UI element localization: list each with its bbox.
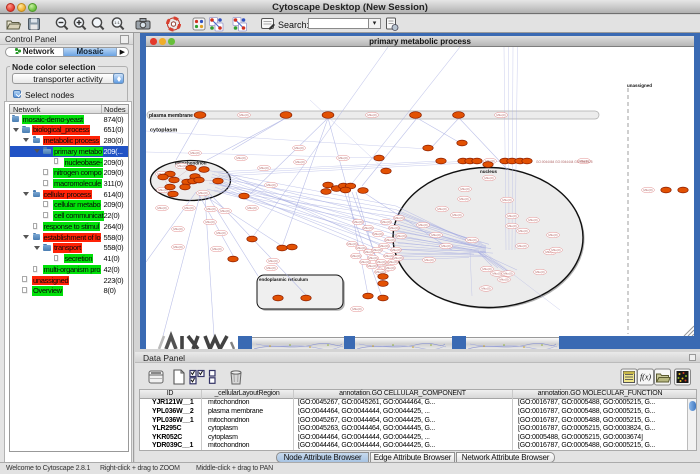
- svg-text:Mito(0): Mito(0): [535, 270, 544, 274]
- svg-text:Mito(0): Mito(0): [157, 206, 166, 210]
- svg-text:Mito(0): Mito(0): [507, 224, 516, 228]
- svg-text:Mito(0): Mito(0): [295, 160, 304, 164]
- svg-text:Mito(0): Mito(0): [381, 220, 390, 224]
- svg-text:Mito(0): Mito(0): [467, 238, 476, 242]
- svg-text:unassigned: unassigned: [627, 83, 652, 88]
- svg-text:nucleus: nucleus: [480, 169, 498, 174]
- svg-text:Mito(0): Mito(0): [268, 259, 277, 263]
- svg-text:endoplasmic reticulum: endoplasmic reticulum: [259, 277, 308, 282]
- svg-text:Mito(0): Mito(0): [367, 264, 376, 268]
- svg-text:Mito(0): Mito(0): [459, 197, 468, 201]
- svg-text:Mito(0): Mito(0): [190, 151, 199, 155]
- svg-text:Mito(0): Mito(0): [347, 242, 356, 246]
- svg-text:Mito(0): Mito(0): [385, 266, 394, 270]
- svg-text:Mito(0): Mito(0): [643, 188, 652, 192]
- svg-text:Mito(0): Mito(0): [391, 248, 400, 252]
- svg-text:Mito(0): Mito(0): [259, 166, 268, 170]
- svg-text:Mito(0): Mito(0): [379, 244, 388, 248]
- svg-text:Mito(0): Mito(0): [206, 207, 215, 211]
- svg-text:GO:0044464 GO:0044444 GO:00444: GO:0044464 GO:0044444 GO:0044425: [536, 160, 593, 164]
- svg-text:Mito(0): Mito(0): [484, 176, 493, 180]
- svg-text:Mito(0): Mito(0): [216, 231, 225, 235]
- svg-text:Mito(0): Mito(0): [294, 146, 303, 150]
- svg-text:Mito(0): Mito(0): [177, 164, 186, 168]
- svg-text:Mito(0): Mito(0): [424, 258, 433, 262]
- svg-text:Mito(0): Mito(0): [517, 244, 526, 248]
- svg-text:Mito(0): Mito(0): [548, 233, 557, 237]
- svg-text:Mito(0): Mito(0): [389, 226, 398, 230]
- svg-text:Mito(0): Mito(0): [351, 254, 360, 258]
- svg-text:Mito(0): Mito(0): [385, 238, 394, 242]
- svg-text:Mito(0): Mito(0): [198, 191, 207, 195]
- svg-text:Mito(0): Mito(0): [173, 227, 182, 231]
- svg-text:Mito(0): Mito(0): [205, 220, 214, 224]
- svg-text:Mito(0): Mito(0): [220, 209, 229, 213]
- svg-text:Mito(0): Mito(0): [452, 213, 461, 217]
- svg-text:Mito(0): Mito(0): [247, 206, 256, 210]
- svg-text:Mito(0): Mito(0): [507, 214, 516, 218]
- svg-text:Mito(0): Mito(0): [373, 232, 382, 236]
- svg-text:Mito(0): Mito(0): [499, 278, 508, 282]
- svg-text:Mito(0): Mito(0): [431, 233, 440, 237]
- svg-text:Mito(0): Mito(0): [492, 272, 501, 276]
- svg-text:Mito(0): Mito(0): [518, 229, 527, 233]
- svg-text:Mito(0): Mito(0): [236, 156, 245, 160]
- svg-text:Mito(0): Mito(0): [338, 156, 347, 160]
- svg-text:f(x): f(x): [640, 373, 651, 382]
- svg-text:Mito(0): Mito(0): [481, 287, 490, 291]
- svg-text:Mito(0): Mito(0): [353, 220, 362, 224]
- svg-text:Mito(0): Mito(0): [551, 248, 560, 252]
- svg-text:Mito(0): Mito(0): [184, 206, 193, 210]
- svg-text:Mito(0): Mito(0): [503, 272, 512, 276]
- svg-text:Mito(0): Mito(0): [441, 244, 450, 248]
- svg-text:Mito(0): Mito(0): [352, 307, 361, 311]
- svg-text:Mito(0): Mito(0): [394, 216, 403, 220]
- svg-text:Mito(0): Mito(0): [528, 218, 537, 222]
- svg-text:Mito(0): Mito(0): [266, 183, 275, 187]
- svg-text:Mito(0): Mito(0): [266, 266, 275, 270]
- svg-text:Mito(0): Mito(0): [482, 267, 491, 271]
- svg-text:Mito(0): Mito(0): [239, 113, 248, 117]
- svg-text:Mito(0): Mito(0): [437, 207, 446, 211]
- svg-text:Mito(0): Mito(0): [502, 198, 511, 202]
- svg-text:Mito(0): Mito(0): [384, 254, 393, 258]
- svg-text:plasma membrane: plasma membrane: [149, 113, 193, 119]
- svg-text:Mito(0): Mito(0): [393, 256, 402, 260]
- svg-text:Mito(0): Mito(0): [363, 226, 372, 230]
- svg-text:Mito(0): Mito(0): [496, 113, 505, 117]
- svg-text:Mito(0): Mito(0): [372, 248, 381, 252]
- svg-text:Mito(0): Mito(0): [376, 260, 385, 264]
- svg-text:Mito(0): Mito(0): [212, 247, 221, 251]
- svg-text:Mito(0): Mito(0): [460, 187, 469, 191]
- svg-text:Mito(0): Mito(0): [367, 113, 376, 117]
- svg-text:Mito(0): Mito(0): [173, 245, 182, 249]
- svg-text:Mito(0): Mito(0): [396, 234, 405, 238]
- svg-text:1:1: 1:1: [114, 20, 120, 25]
- svg-text:Mito(0): Mito(0): [418, 223, 427, 227]
